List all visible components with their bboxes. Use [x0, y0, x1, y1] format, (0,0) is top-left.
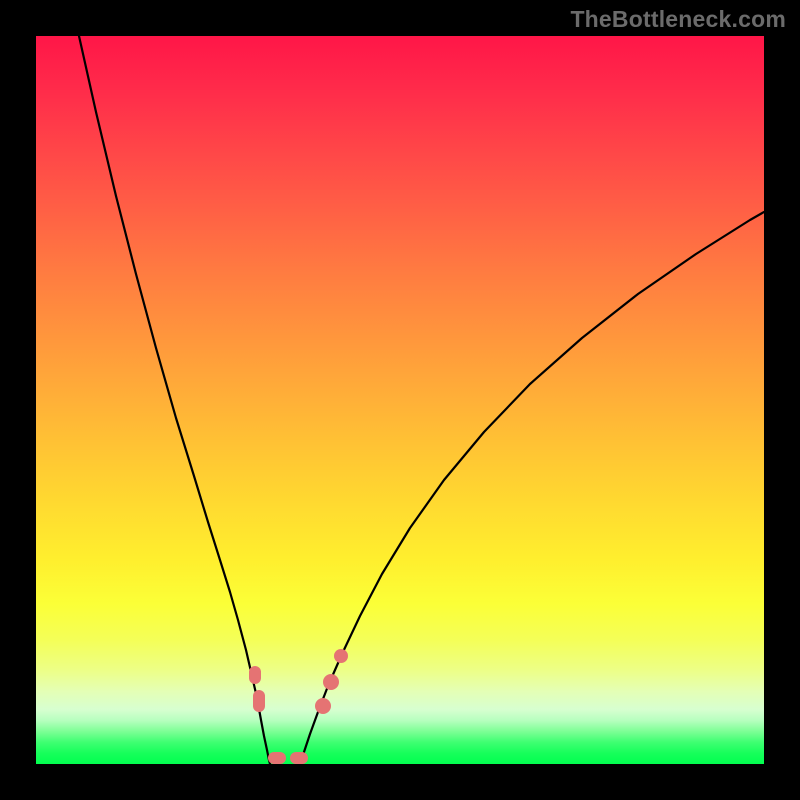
left-curve — [79, 36, 270, 764]
watermark-text: TheBottleneck.com — [570, 6, 786, 33]
plot-area — [36, 36, 764, 764]
marker-pill-left — [249, 666, 261, 684]
marker-pill-left — [253, 690, 265, 712]
marker-dot-right — [315, 698, 331, 714]
marker-dot-right — [334, 649, 348, 663]
marker-pill-bottom — [268, 752, 286, 764]
marker-group — [249, 649, 348, 764]
marker-pill-bottom — [290, 752, 308, 764]
right-curve — [300, 212, 764, 764]
chart-frame: TheBottleneck.com — [0, 0, 800, 800]
marker-dot-right — [323, 674, 339, 690]
curve-layer — [36, 36, 764, 764]
